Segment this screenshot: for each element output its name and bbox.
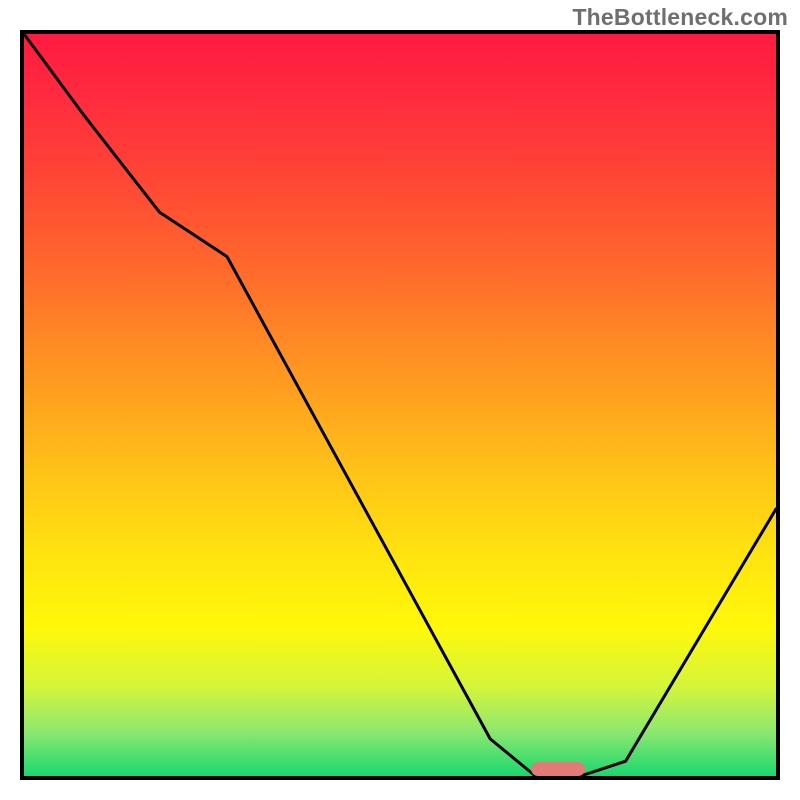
min-marker [531, 762, 585, 776]
curve-path [24, 34, 776, 776]
watermark-text: TheBottleneck.com [572, 4, 788, 31]
line-curve [24, 34, 776, 776]
plot-area [20, 30, 780, 780]
chart-container: TheBottleneck.com [0, 0, 800, 800]
